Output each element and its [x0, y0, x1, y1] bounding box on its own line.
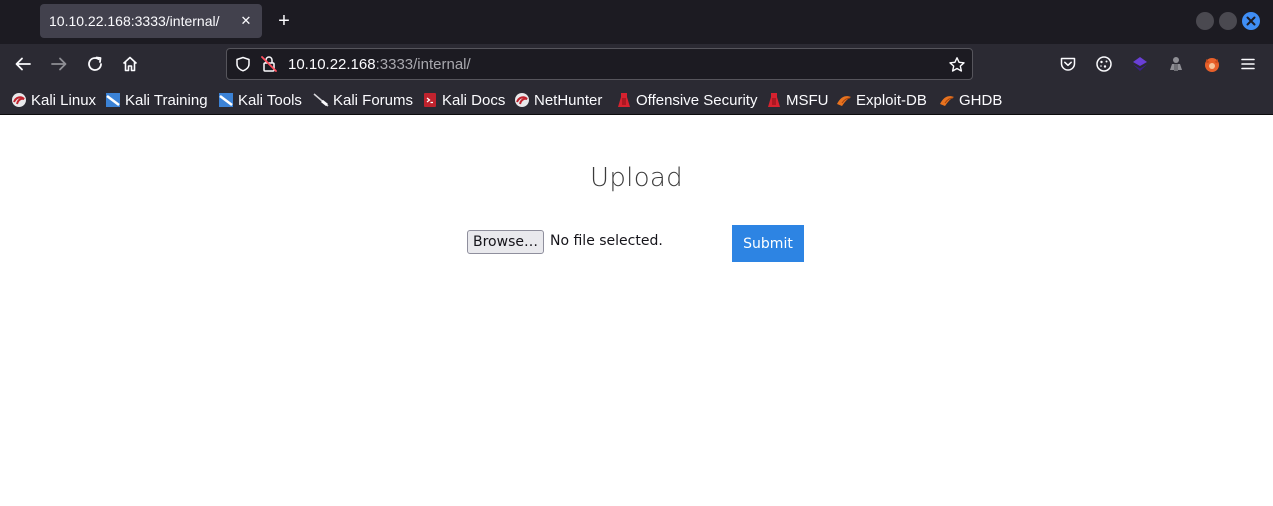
kali-dragon-icon [12, 93, 26, 107]
reload-button[interactable] [81, 50, 109, 78]
insecure-lock-icon[interactable] [261, 55, 277, 73]
forward-button[interactable] [45, 50, 73, 78]
reload-icon [88, 56, 102, 71]
pocket-icon [1060, 57, 1076, 71]
url-text: 10.10.22.168:3333/internal/ [288, 56, 471, 73]
page-content: Upload Browse… No file selected. Submit [0, 115, 1273, 506]
page-title: Upload [590, 163, 683, 193]
file-status-text: No file selected. [550, 233, 663, 249]
exploit-db-icon [837, 96, 851, 106]
bookmark-label: Exploit-DB [856, 91, 927, 109]
submit-button[interactable]: Submit [732, 225, 804, 262]
back-button[interactable] [9, 50, 37, 78]
kali-docs-icon [424, 93, 436, 107]
cookie-extension-button[interactable] [1092, 52, 1116, 76]
hamburger-menu-icon [1241, 58, 1255, 70]
close-window-button[interactable] [1242, 12, 1260, 30]
maximize-window-button[interactable] [1219, 12, 1237, 30]
browse-file-button[interactable]: Browse… [467, 230, 544, 254]
bookmark-star-icon[interactable] [948, 56, 966, 74]
bookmark-label: Kali Forums [333, 91, 414, 109]
bookmark-kali-training[interactable]: Kali Training [105, 90, 208, 110]
bookmark-exploit-db[interactable]: Exploit-DB [836, 90, 927, 110]
bookmark-ghdb[interactable]: GHDB [939, 90, 1002, 110]
bookmark-label: Kali Docs [442, 91, 506, 109]
bookmark-kali-tools[interactable]: Kali Tools [218, 90, 302, 110]
bookmark-msfu[interactable]: MSFU [766, 90, 829, 110]
bookmarks-toolbar: Kali Linux Kali Training Kali Tools Kali… [0, 84, 1273, 115]
bookmark-kali-forums[interactable]: Kali Forums [313, 90, 413, 110]
tab-close-icon[interactable]: ✕ [235, 10, 257, 32]
minimize-window-button[interactable] [1196, 12, 1214, 30]
url-path: :3333/internal/ [375, 56, 471, 73]
shield-icon[interactable] [235, 56, 251, 72]
wappalyzer-icon [1133, 57, 1147, 71]
new-tab-button[interactable]: + [272, 9, 296, 33]
ghost-icon [1170, 57, 1182, 71]
cookie-icon [1096, 56, 1112, 72]
bookmark-offensive-security[interactable]: Offensive Security [616, 90, 757, 110]
pocket-button[interactable] [1056, 52, 1080, 76]
wappalyzer-button[interactable] [1128, 52, 1152, 76]
bookmark-kali-linux[interactable]: Kali Linux [11, 90, 96, 110]
bookmark-nethunter[interactable]: NetHunter [514, 90, 602, 110]
bookmark-label: MSFU [786, 91, 829, 109]
arrow-left-icon [15, 57, 31, 71]
navigation-toolbar: 10.10.22.168:3333/internal/ [0, 44, 1273, 84]
msfu-icon [768, 93, 780, 107]
ghdb-icon [940, 96, 954, 106]
bookmark-label: GHDB [959, 91, 1003, 109]
bookmark-label: Kali Linux [31, 91, 97, 109]
fox-icon [1205, 58, 1219, 72]
foxyproxy-button[interactable] [1200, 52, 1224, 76]
proxy-extension-button[interactable] [1164, 52, 1188, 76]
kali-tools-icon [219, 93, 233, 107]
bookmark-label: NetHunter [534, 91, 603, 109]
bookmark-label: Kali Training [125, 91, 208, 109]
tab-bar: 10.10.22.168:3333/internal/ ✕ + [0, 0, 1273, 44]
bookmark-kali-docs[interactable]: Kali Docs [422, 90, 505, 110]
url-host: 10.10.22.168 [288, 56, 376, 73]
bookmark-label: Kali Tools [238, 91, 302, 109]
url-bar[interactable]: 10.10.22.168:3333/internal/ [226, 48, 973, 80]
home-icon [122, 56, 138, 72]
kali-training-icon [106, 93, 120, 107]
arrow-right-icon [51, 57, 67, 71]
tab-title: 10.10.22.168:3333/internal/ [49, 13, 220, 29]
nethunter-icon [515, 93, 529, 107]
kali-forums-icon [313, 93, 329, 107]
active-tab[interactable]: 10.10.22.168:3333/internal/ ✕ [40, 4, 262, 38]
menu-button[interactable] [1236, 52, 1260, 76]
offsec-icon [618, 93, 630, 107]
bookmark-label: Offensive Security [636, 91, 758, 109]
home-button[interactable] [116, 50, 144, 78]
close-icon [1246, 16, 1256, 26]
